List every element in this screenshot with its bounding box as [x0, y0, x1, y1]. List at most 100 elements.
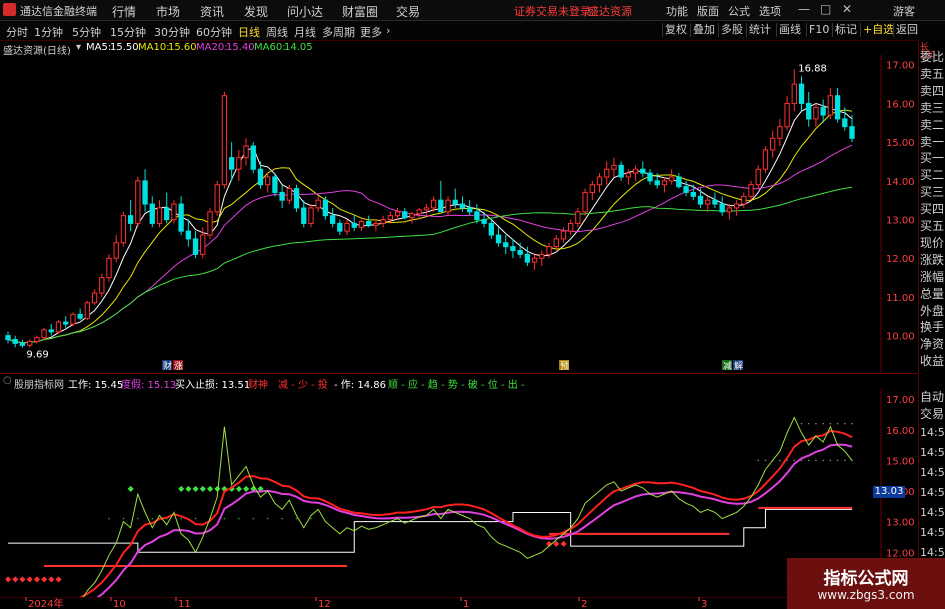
draw-button[interactable]: 画线 [776, 23, 803, 37]
menu-item[interactable]: 资讯 [200, 3, 224, 20]
quote-field[interactable]: 换手 [920, 318, 944, 335]
quote-field[interactable]: 卖二 [920, 116, 944, 133]
candle [531, 257, 538, 263]
chevron-right-icon[interactable]: › [386, 24, 390, 37]
candle [192, 238, 199, 255]
dot-mark [757, 459, 760, 462]
collapse-icon[interactable]: ▾ [76, 42, 81, 53]
tab-more[interactable]: 更多 [360, 24, 382, 40]
minimize-icon[interactable]: — [798, 2, 810, 16]
quote-field[interactable]: 总量 [920, 285, 944, 302]
dot-mark [822, 422, 824, 425]
maximize-icon[interactable]: □ [820, 2, 831, 16]
add-watchlist-button[interactable]: +自选 [860, 23, 896, 37]
dot-mark [793, 459, 796, 462]
candlestick-chart[interactable]: 16.88 9.69 17.00 16.00 15.00 14.00 13.00 12.0… [0, 55, 918, 373]
menu-item[interactable]: 市场 [156, 3, 180, 20]
candle [200, 234, 206, 255]
circle-icon[interactable]: ○ [3, 375, 12, 386]
tab-daily[interactable]: 日线 [238, 24, 260, 40]
quote-field[interactable]: 现价 [920, 234, 944, 251]
quote-field[interactable]: 买四 [920, 200, 944, 217]
candle [99, 277, 105, 294]
x-axis: 2024年 10 11 12 1 2 3 [0, 597, 918, 609]
quote-field[interactable]: 买二 [920, 166, 944, 183]
candle [48, 329, 54, 333]
ma60-label: MA60: [254, 42, 286, 53]
x-tick-label: 10 [113, 599, 126, 609]
dot-mark [779, 459, 781, 462]
quote-field[interactable]: 卖一 [920, 133, 944, 150]
menu-item[interactable]: 行情 [112, 3, 136, 20]
menu-layout[interactable]: 版面 [697, 3, 719, 19]
menu-item[interactable]: 财富圈 [342, 3, 378, 20]
quote-field[interactable]: 买五 [920, 217, 944, 234]
tab-60min[interactable]: 60分钟 [196, 24, 232, 40]
back-button[interactable]: 返回 [893, 23, 920, 37]
menu-formula[interactable]: 公式 [728, 3, 750, 19]
quote-field[interactable]: 卖四 [920, 82, 944, 99]
quote-field[interactable]: 委比 [920, 48, 944, 65]
f10-button[interactable]: F10 [806, 23, 831, 37]
dot-mark [266, 517, 269, 520]
tab-5min[interactable]: 5分钟 [72, 24, 101, 40]
trade-field[interactable]: 交易 [920, 405, 944, 422]
candle [207, 211, 213, 236]
dot-mark [137, 517, 139, 520]
menu-item[interactable]: 问小达 [287, 3, 323, 20]
close-icon[interactable]: ✕ [842, 2, 852, 16]
diamond-marker: ◆ [12, 574, 19, 583]
quote-field[interactable]: 卖五 [920, 65, 944, 82]
candle [257, 168, 264, 186]
dot-mark [851, 422, 853, 425]
tab-1min[interactable]: 1分钟 [34, 24, 63, 40]
menu-item[interactable]: 交易 [396, 3, 420, 20]
tab-intraday[interactable]: 分时 [6, 24, 28, 40]
ma5-line [7, 102, 853, 344]
mark-button[interactable]: 标记 [832, 23, 859, 37]
candle [755, 168, 761, 186]
candle [452, 199, 458, 205]
candle [784, 102, 790, 128]
guest-label[interactable]: 游客 [893, 3, 915, 19]
tab-weekly[interactable]: 周线 [266, 24, 288, 40]
quote-field[interactable]: 买一 [920, 149, 944, 166]
overlay-button[interactable]: 叠加 [690, 23, 717, 37]
stock-name-link[interactable]: 盛达资源 [588, 3, 632, 19]
candle [668, 176, 675, 182]
quote-field[interactable]: 收益 [920, 352, 944, 369]
tab-monthly[interactable]: 月线 [294, 24, 316, 40]
quote-field[interactable]: 买三 [920, 183, 944, 200]
quote-field[interactable]: 卖三 [920, 99, 944, 116]
dot-mark [829, 422, 832, 425]
quote-field[interactable]: 外盘 [920, 302, 944, 319]
candle [769, 137, 776, 151]
tab-multi-period[interactable]: 多周期 [322, 24, 355, 40]
candle [733, 203, 740, 209]
trade-time: 14:56 [920, 506, 945, 519]
login-warning[interactable]: 证券交易未登录 [514, 3, 591, 19]
tab-15min[interactable]: 15分钟 [110, 24, 146, 40]
dot-mark [252, 517, 255, 520]
event-marker-label: 预 [560, 361, 569, 372]
candle [308, 207, 314, 224]
stats-button[interactable]: 统计 [746, 23, 773, 37]
candle [640, 168, 646, 174]
menu-function[interactable]: 功能 [666, 3, 688, 19]
multi-stock-button[interactable]: 多股 [718, 23, 745, 37]
menu-options[interactable]: 选项 [759, 3, 781, 19]
indicator-chart[interactable]: ◆ ◆ ◆ ◆ ◆ ◆ ◆ ◆ ◆ ◆ ◆ ◆◆◆ ◆ ◆ ◆ ◆ ◆ ◆ ◆◆ ◆ ◆ 17.0016.0015.00… [0, 389, 918, 597]
quote-field[interactable]: 净资 [920, 335, 944, 352]
trade-field[interactable]: 自动 [920, 388, 944, 405]
quote-field[interactable]: 涨幅 [920, 268, 944, 285]
tab-30min[interactable]: 30分钟 [154, 24, 190, 40]
menu-item[interactable]: 发现 [244, 3, 268, 20]
candle [351, 222, 357, 228]
dot-mark [281, 517, 283, 520]
y-tick-label: 17.00 [886, 395, 915, 406]
ma5-value: 15.50 [110, 42, 139, 53]
adjust-button[interactable]: 复权 [662, 23, 689, 37]
dot-mark [822, 459, 824, 462]
quote-field[interactable]: 涨跌 [920, 251, 944, 268]
dot-mark [108, 517, 110, 520]
